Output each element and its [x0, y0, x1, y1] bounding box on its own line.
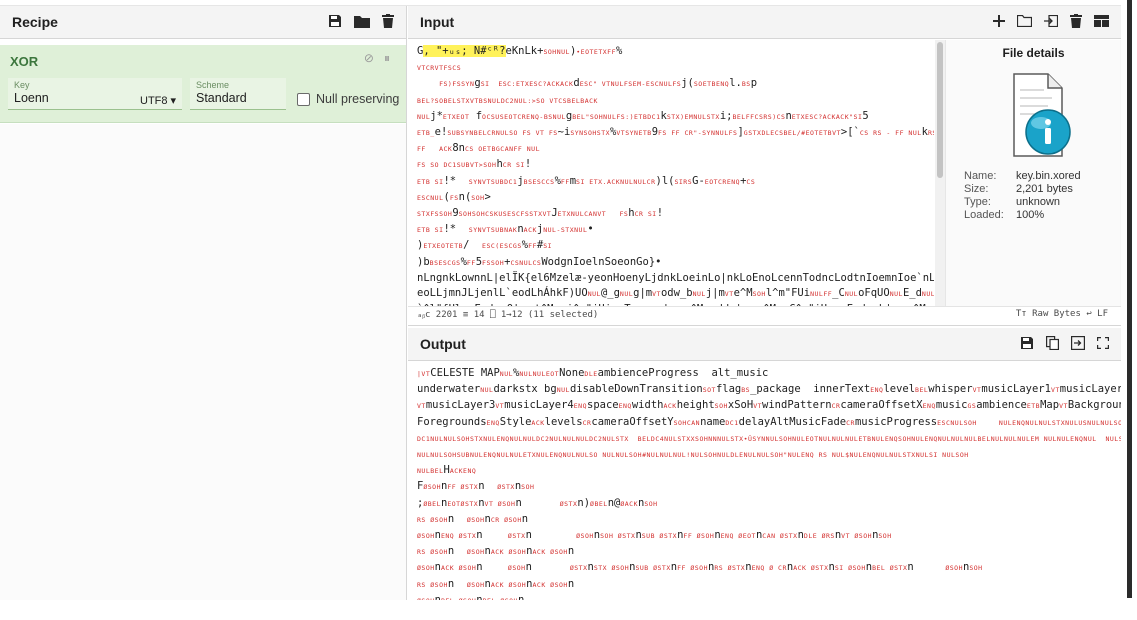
scheme-select[interactable]: Standard — [196, 91, 280, 105]
key-field[interactable]: Key Loenn UTF8 ▾ — [8, 78, 182, 110]
file-name-value: key.bin.xored — [1016, 170, 1081, 182]
save-icon[interactable] — [1020, 336, 1034, 352]
input-stats: ₐᵦc 2201 ≡ 14 ⎕ 1→12 (11 selected) — [417, 310, 599, 320]
output-pane: Output |VTCELESTE MAPNUL%NULNULEOTNoneDL… — [408, 328, 1121, 600]
file-size-label: Size: — [964, 183, 989, 195]
file-info-icon — [1013, 73, 1071, 157]
file-details-table: Name: key.bin.xored Size: 2,201 bytes Type… — [964, 170, 1081, 222]
file-loaded-value: 100% — [1016, 209, 1045, 221]
window-scrollbar[interactable] — [1121, 0, 1137, 620]
file-name-label: Name: — [964, 170, 997, 182]
null-preserving-label: Null preserving — [316, 92, 400, 106]
folder-icon[interactable] — [354, 15, 370, 30]
input-pane: Input G, "+ᵤₛ; N#ᶜᴿ?eKnLk+SOHNUL)•EOTETX… — [408, 6, 1121, 326]
file-type-label: Type: — [964, 196, 991, 208]
null-preserving-checkbox[interactable]: Null preserving — [297, 92, 399, 106]
scrollbar-thumb[interactable] — [937, 42, 943, 178]
import-icon[interactable] — [1044, 14, 1059, 29]
breakpoint-icon[interactable]: ⏸ — [384, 51, 390, 66]
input-scrollbar[interactable] — [935, 40, 945, 306]
window-scrollbar-track[interactable] — [1127, 0, 1132, 598]
operation-controls: ⊘ ⏸ — [364, 51, 390, 66]
recipe-drop-area[interactable] — [0, 124, 406, 600]
maximize-icon[interactable] — [1097, 337, 1109, 351]
plus-icon[interactable] — [993, 15, 1005, 29]
key-label: Key — [14, 80, 30, 90]
file-size-value: 2,201 bytes — [1016, 183, 1073, 195]
output-title: Output — [420, 336, 466, 352]
file-details-panel: File details Name: key.bin.xored Size: 2,2… — [945, 40, 1121, 306]
replace-input-icon[interactable] — [1071, 336, 1086, 352]
input-header: Input — [408, 6, 1121, 39]
scheme-field[interactable]: Scheme Standard — [190, 78, 286, 110]
file-loaded-label: Loaded: — [964, 209, 1004, 221]
save-icon[interactable] — [328, 14, 342, 30]
trash-icon[interactable] — [1070, 14, 1082, 30]
file-details-title: File details — [1002, 46, 1065, 60]
input-title: Input — [420, 14, 455, 30]
operation-name: XOR — [10, 54, 39, 69]
recipe-header: Recipe — [0, 6, 406, 39]
input-format-controls[interactable]: Tт Raw Bytes ↩ LF — [1016, 309, 1112, 322]
input-textarea[interactable]: G, "+ᵤₛ; N#ᶜᴿ?eKnLk+SOHNUL)•EOTETXFF% VT… — [408, 40, 934, 306]
trash-icon[interactable] — [382, 14, 394, 30]
recipe-pane: Recipe XOR ⊘ ⏸ Key Loenn UTF8 ▾ Scheme S… — [0, 6, 407, 600]
layout-icon[interactable] — [1094, 15, 1109, 29]
input-status-bar: ₐᵦc 2201 ≡ 14 ⎕ 1→12 (11 selected) Tт Ra… — [408, 306, 1121, 324]
xor-operation[interactable]: XOR ⊘ ⏸ Key Loenn UTF8 ▾ Scheme Standard… — [0, 45, 406, 123]
recipe-toolbar — [328, 14, 394, 30]
output-toolbar — [1020, 336, 1109, 352]
checkbox-box[interactable] — [297, 92, 310, 106]
copy-icon[interactable] — [1046, 336, 1059, 352]
key-encoding-dropdown[interactable]: UTF8 ▾ — [140, 94, 176, 107]
bottom-margin — [0, 600, 1121, 620]
file-type-value: unknown — [1016, 196, 1061, 208]
output-header: Output — [408, 328, 1121, 361]
input-toolbar — [993, 14, 1109, 30]
folder-open-icon[interactable] — [1016, 14, 1033, 29]
scheme-label: Scheme — [196, 80, 230, 90]
disable-icon[interactable]: ⊘ — [364, 51, 374, 66]
cyberchef-app: Recipe XOR ⊘ ⏸ Key Loenn UTF8 ▾ Scheme S… — [0, 0, 1137, 620]
recipe-title: Recipe — [12, 14, 58, 30]
output-textarea[interactable]: |VTCELESTE MAPNUL%NULNULEOTNoneDLEambien… — [408, 362, 1121, 600]
